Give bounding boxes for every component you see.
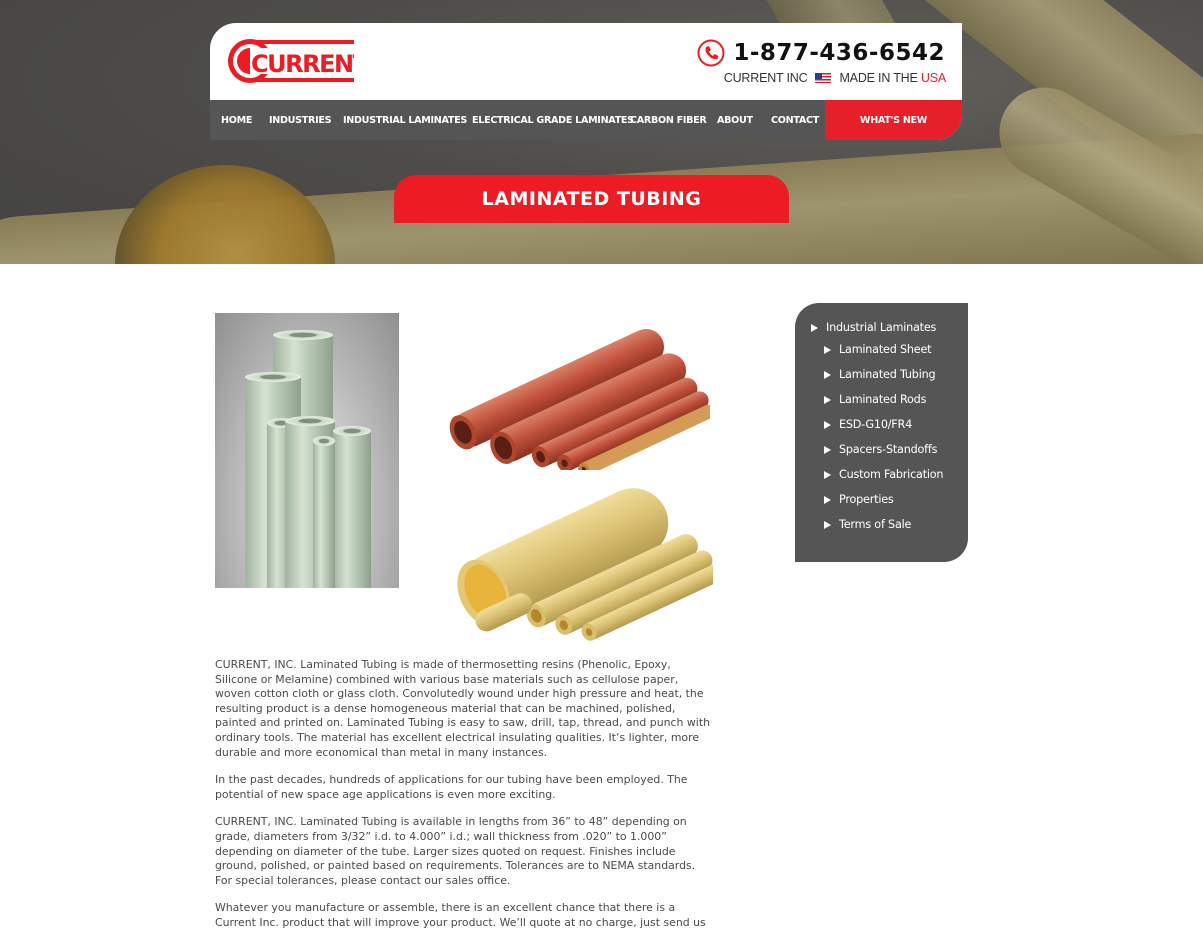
made-in-country: USA: [920, 71, 946, 85]
green-tube: [333, 426, 371, 588]
company-name: CURRENT INC: [723, 71, 808, 85]
phone-number[interactable]: 1-877-436-6542: [733, 40, 945, 66]
content-paragraph: Whatever you manufacture or assemble, th…: [215, 901, 706, 929]
triangle-right-icon: [824, 420, 831, 429]
made-in-text: MADE IN THE: [839, 71, 918, 85]
content-paragraph: CURRENT, INC. Laminated Tubing is availa…: [215, 815, 696, 887]
main-content: CURRENT, INC. Laminated Tubing is made o…: [215, 658, 711, 930]
current-logo[interactable]: CURRENT: [226, 36, 354, 86]
hero-banner: CURRENT 1-877-436-6542 CURRENT INC MADE …: [0, 0, 1203, 264]
sidebar-item-industrial-laminates[interactable]: Industrial Laminates: [811, 320, 968, 335]
phone-icon: [697, 39, 725, 67]
sidebar-item-custom-fabrication[interactable]: Custom Fabrication: [824, 467, 968, 482]
nav-whats-new-button[interactable]: WHAT'S NEW: [825, 100, 962, 140]
nav-contact[interactable]: CONTACT: [771, 115, 819, 126]
site-header: CURRENT 1-877-436-6542 CURRENT INC MADE …: [210, 23, 962, 140]
triangle-right-icon: [824, 520, 831, 529]
page-title: LAMINATED TUBING: [481, 188, 702, 210]
green-tubes-image: [215, 313, 399, 588]
nav-home[interactable]: HOME: [221, 115, 252, 126]
sidebar-item-spacers-standoffs[interactable]: Spacers-Standoffs: [824, 442, 968, 457]
nav-carbon-fiber[interactable]: CARBON FIBER: [630, 115, 707, 126]
yellow-tubes-image: [457, 488, 713, 641]
content-paragraph: In the past decades, hundreds of applica…: [215, 773, 688, 801]
tagline: CURRENT INC MADE IN THE USA: [724, 71, 946, 85]
triangle-right-icon: [811, 323, 818, 332]
triangle-right-icon: [824, 370, 831, 379]
sidebar-item-laminated-rods[interactable]: Laminated Rods: [824, 392, 968, 407]
nav-industrial-laminates[interactable]: INDUSTRIAL LAMINATES: [343, 115, 467, 126]
page-title-banner: LAMINATED TUBING: [394, 175, 789, 223]
triangle-right-icon: [824, 495, 831, 504]
main-nav: HOME INDUSTRIES INDUSTRIAL LAMINATES ELE…: [210, 100, 962, 140]
sidebar-item-laminated-tubing[interactable]: Laminated Tubing: [824, 367, 968, 382]
red-tubes-image: [449, 328, 710, 470]
sidebar-item-label: Laminated Rods: [839, 393, 927, 406]
sidebar-item-esd-g10-fr4[interactable]: ESD-G10/FR4: [824, 417, 968, 432]
sidebar-item-properties[interactable]: Properties: [824, 492, 968, 507]
nav-whats-new-label[interactable]: WHAT'S NEW: [860, 115, 927, 126]
sidebar-item-label: Properties: [839, 493, 894, 506]
green-tube: [313, 436, 335, 588]
sidebar-item-label: ESD-G10/FR4: [839, 418, 913, 431]
triangle-right-icon: [824, 345, 831, 354]
triangle-right-icon: [824, 395, 831, 404]
nav-industries[interactable]: INDUSTRIES: [269, 115, 332, 126]
sidebar-menu: Industrial Laminates Laminated Sheet Lam…: [795, 303, 968, 562]
phone-contact[interactable]: 1-877-436-6542: [697, 39, 945, 67]
us-flag-icon: [815, 73, 832, 83]
sidebar-item-label: Laminated Sheet: [839, 343, 932, 356]
sidebar-item-label: Spacers-Standoffs: [839, 443, 938, 456]
sidebar-item-label: Custom Fabrication: [839, 468, 944, 481]
logo-text: CURRENT: [251, 50, 354, 78]
triangle-right-icon: [824, 470, 831, 479]
sidebar-item-terms-of-sale[interactable]: Terms of Sale: [824, 517, 968, 532]
made-in-label: MADE IN THE USA: [839, 71, 946, 85]
sidebar-item-label: Laminated Tubing: [839, 368, 936, 381]
nav-electrical-grade-laminates[interactable]: ELECTRICAL GRADE LAMINATES: [472, 115, 634, 126]
nav-about[interactable]: ABOUT: [717, 115, 753, 126]
content-paragraph: CURRENT, INC. Laminated Tubing is made o…: [215, 658, 710, 759]
sidebar-item-label: Industrial Laminates: [826, 321, 937, 334]
sidebar-item-laminated-sheet[interactable]: Laminated Sheet: [824, 342, 968, 357]
sidebar-item-label: Terms of Sale: [839, 518, 912, 531]
triangle-right-icon: [824, 445, 831, 454]
